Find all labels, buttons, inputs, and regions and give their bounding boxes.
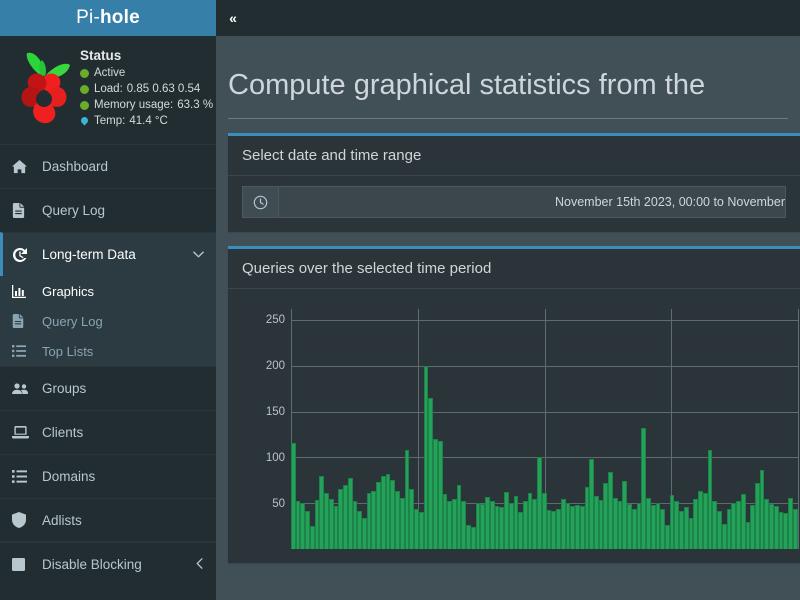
green-dot-icon — [80, 85, 89, 94]
shield-icon — [12, 512, 34, 528]
chart-y-axis-tick: 50 — [272, 498, 291, 510]
chevron-left-icon — [196, 558, 204, 572]
status-temp-value: 41.4 °C — [129, 114, 167, 129]
list-icon — [12, 345, 34, 357]
main-content: « Compute graphical statistics from the … — [216, 0, 800, 600]
brand-suffix: hole — [100, 7, 140, 29]
status-memory-label: Memory usage: — [94, 98, 173, 113]
sidebar-item-label: Groups — [42, 381, 86, 396]
status-temp-label: Temp: — [94, 114, 125, 129]
queries-chart-panel: Queries over the selected time period 50… — [228, 246, 800, 563]
users-icon — [12, 383, 34, 395]
bar-chart-icon — [12, 285, 34, 298]
date-range-body — [228, 176, 800, 232]
status-memory-value: 63.3 % — [177, 98, 213, 113]
status-line-load: Load: 0.85 0.63 0.54 — [80, 82, 213, 97]
sidebar-subitem-label: Query Log — [42, 314, 103, 329]
chart-y-axis-tick: 100 — [266, 452, 291, 464]
sidebar-subitem-top-lists[interactable]: Top Lists — [0, 336, 216, 366]
chart-y-axis-tick: 250 — [266, 314, 291, 326]
pihole-admin-window: Pi-hole — [0, 0, 800, 600]
chart-area: 50 100 150 200 250 — [246, 299, 786, 549]
green-dot-icon — [80, 101, 89, 110]
date-range-input-group[interactable] — [242, 186, 786, 218]
sidebar-item-label: Long-term Data — [42, 247, 136, 262]
sidebar-item-label: Domains — [42, 469, 95, 484]
status-info: Status Active Load: 0.85 0.63 0.54 Memor… — [80, 46, 213, 132]
sidebar-item-disable-blocking[interactable]: Disable Blocking — [0, 542, 216, 586]
top-navbar: « — [216, 0, 800, 36]
sidebar-subitem-label: Top Lists — [42, 344, 93, 359]
date-range-panel: Select date and time range — [228, 133, 800, 232]
chart-body: 50 100 150 200 250 — [228, 289, 800, 563]
sidebar-nav: Dashboard Query Log Long-term Data — [0, 144, 216, 586]
chart-gridline-vertical — [798, 309, 799, 549]
sidebar-item-clients[interactable]: Clients — [0, 410, 216, 454]
chevron-down-icon — [193, 249, 204, 261]
date-range-input[interactable] — [279, 187, 785, 217]
file-icon — [12, 314, 34, 328]
sidebar-item-query-log[interactable]: Query Log — [0, 188, 216, 232]
brand-logo[interactable]: Pi-hole — [0, 0, 216, 36]
content-body: Compute graphical statistics from the Se… — [216, 36, 800, 600]
chart-plot: 50100150200250 — [291, 309, 798, 549]
sidebar-item-label: Adlists — [42, 513, 82, 528]
status-load-value: 0.85 0.63 0.54 — [127, 82, 201, 97]
laptop-icon — [12, 426, 34, 439]
home-icon — [12, 159, 34, 174]
status-title: Status — [80, 48, 213, 63]
status-line-temp: Temp: 41.4 °C — [80, 114, 213, 129]
sidebar-item-adlists[interactable]: Adlists — [0, 498, 216, 542]
sidebar-collapse-button[interactable]: « — [216, 0, 250, 36]
sidebar: Pi-hole — [0, 0, 216, 600]
date-range-header: Select date and time range — [228, 136, 800, 176]
page-header: Compute graphical statistics from the — [216, 36, 800, 119]
title-divider — [228, 118, 788, 119]
sidebar-submenu-long-term-data: Graphics Query Log Top Lists — [0, 276, 216, 366]
brand-prefix: Pi- — [76, 7, 100, 29]
sidebar-item-label: Disable Blocking — [42, 557, 142, 572]
list-icon — [12, 470, 34, 483]
chart-y-axis-tick: 150 — [266, 406, 291, 418]
square-icon — [12, 558, 34, 571]
sidebar-subitem-query-log[interactable]: Query Log — [0, 306, 216, 336]
status-line-memory: Memory usage: 63.3 % — [80, 98, 213, 113]
status-load-label: Load: — [94, 82, 123, 97]
chart-bar[interactable] — [793, 509, 798, 549]
sidebar-item-dashboard[interactable]: Dashboard — [0, 144, 216, 188]
sidebar-item-label: Query Log — [42, 203, 105, 218]
status-line-active: Active — [80, 66, 213, 81]
raspberry-pi-logo — [8, 46, 80, 132]
status-active-label: Active — [94, 66, 125, 81]
sidebar-subitem-label: Graphics — [42, 284, 94, 299]
green-dot-icon — [80, 69, 89, 78]
temperature-drop-icon — [80, 116, 89, 127]
page-title: Compute graphical statistics from the — [228, 66, 788, 104]
sidebar-item-long-term-data[interactable]: Long-term Data — [0, 232, 216, 276]
chart-title: Queries over the selected time period — [228, 249, 800, 289]
clock-icon — [243, 187, 279, 217]
sidebar-item-domains[interactable]: Domains — [0, 454, 216, 498]
sidebar-item-groups[interactable]: Groups — [0, 366, 216, 410]
chart-y-axis-tick: 200 — [266, 360, 291, 372]
sidebar-item-label: Clients — [42, 425, 83, 440]
file-icon — [12, 203, 34, 218]
history-icon — [12, 247, 34, 263]
status-panel: Status Active Load: 0.85 0.63 0.54 Memor… — [0, 36, 216, 144]
sidebar-item-label: Dashboard — [42, 159, 108, 174]
sidebar-subitem-graphics[interactable]: Graphics — [0, 276, 216, 306]
chart-bars[interactable] — [291, 309, 798, 549]
